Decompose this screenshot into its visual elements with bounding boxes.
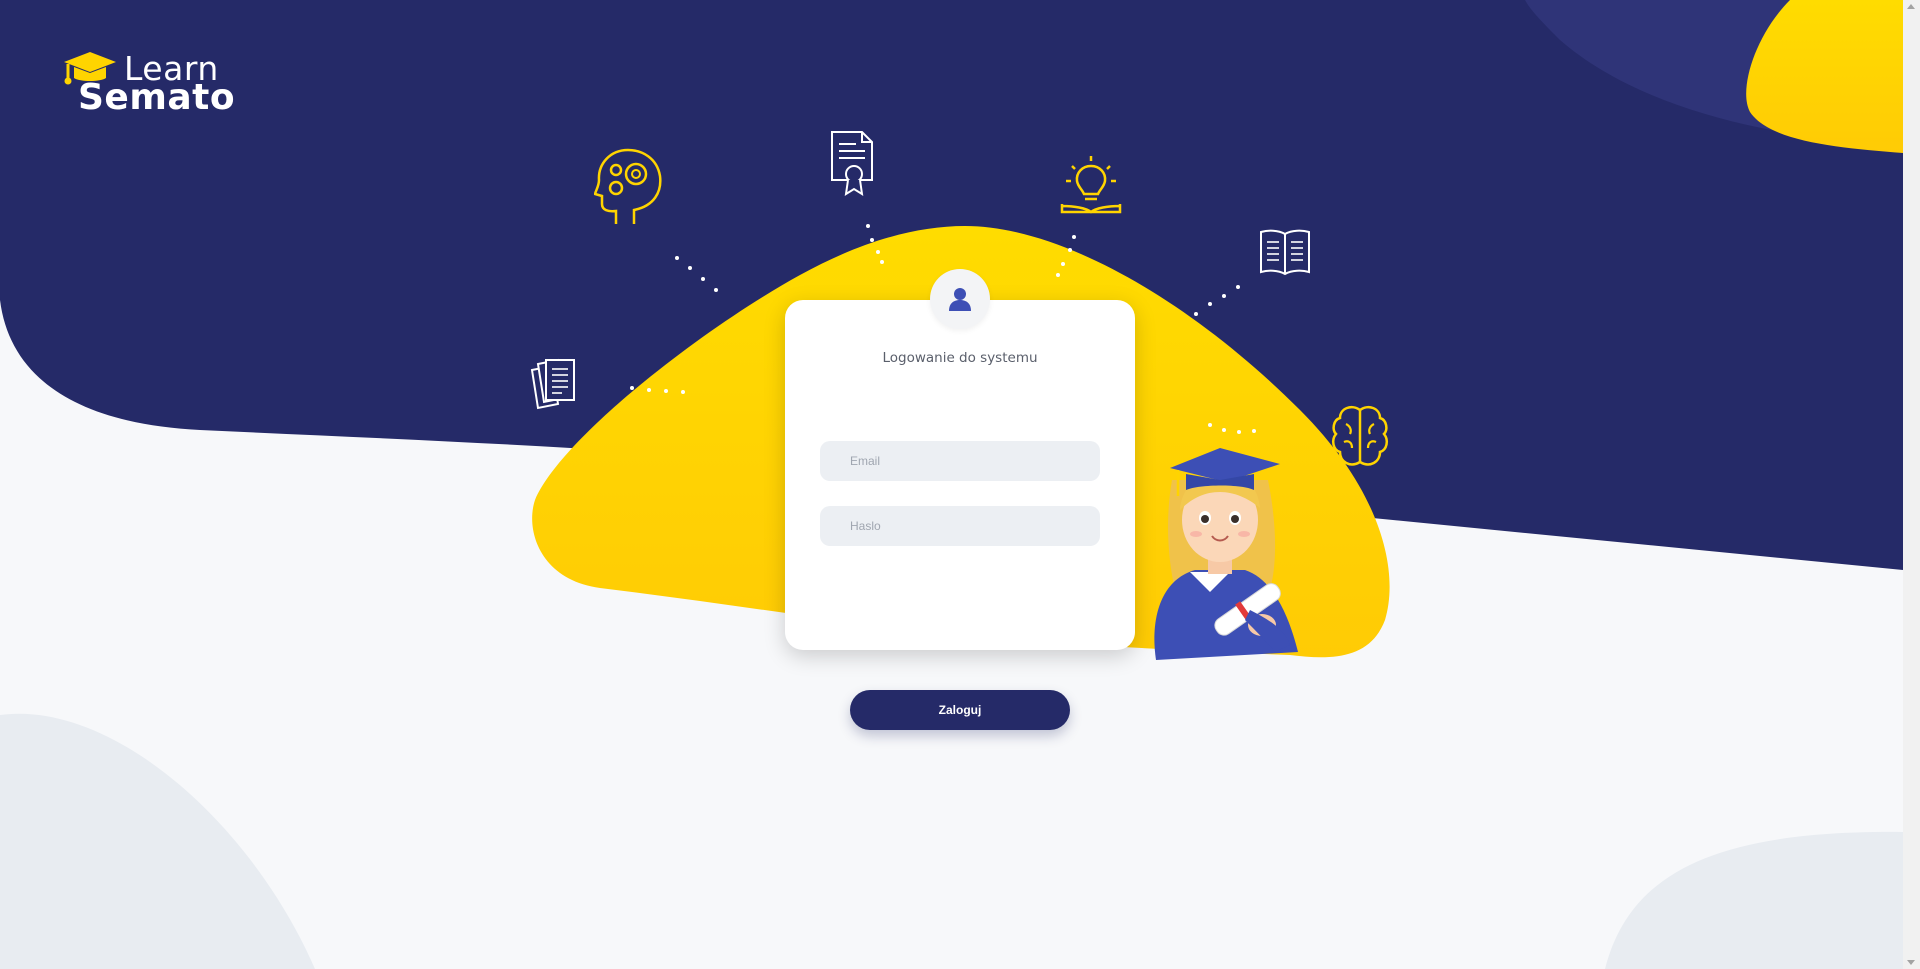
brain-icon [1331, 406, 1389, 466]
login-button[interactable]: Zaloguj [850, 690, 1070, 730]
scroll-up-arrow-icon[interactable] [1907, 4, 1915, 9]
certificate-icon [831, 131, 873, 196]
login-title: Logowanie do systemu [882, 350, 1038, 366]
lightbulb-book-icon [1060, 156, 1122, 214]
head-gears-icon [594, 148, 662, 224]
user-icon [949, 288, 971, 311]
open-book-icon [1260, 229, 1310, 276]
scroll-down-arrow-icon[interactable] [1907, 960, 1915, 965]
page-scrollbar[interactable] [1903, 0, 1920, 969]
login-card: Logowanie do systemu [785, 300, 1135, 650]
user-avatar [930, 269, 990, 329]
brand-logo[interactable]: Learn Semato [62, 48, 236, 120]
documents-icon [530, 358, 575, 410]
email-input[interactable] [820, 441, 1100, 481]
brand-name-line-2: Semato [78, 77, 236, 118]
login-page: Learn Semato Logowanie do systemu Email … [0, 0, 1920, 969]
password-input[interactable] [820, 506, 1100, 546]
graduate-girl-illustration [1154, 448, 1298, 660]
